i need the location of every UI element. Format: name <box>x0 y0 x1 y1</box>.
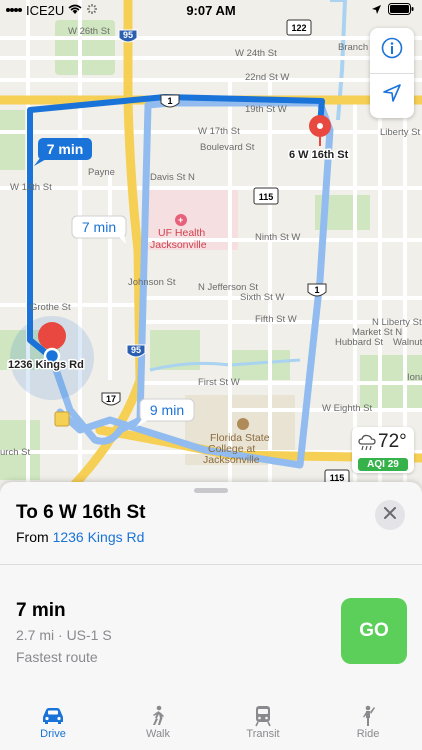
svg-text:17: 17 <box>106 394 116 404</box>
origin-link[interactable]: 1236 Kings Rd <box>53 529 145 545</box>
poi-icon[interactable] <box>54 411 70 427</box>
route-detail: 2.7 mi · US-1 S <box>16 627 112 643</box>
svg-text:95: 95 <box>131 345 141 355</box>
tab-transit[interactable]: Transit <box>223 704 303 740</box>
route-note: Fastest route <box>16 649 98 665</box>
info-icon <box>381 37 403 64</box>
map-street-label: N Liberty St <box>372 317 422 328</box>
map-street-label: Walnut St <box>393 337 422 348</box>
map-street-label: Hubbard St <box>335 337 383 348</box>
origin-label: 1236 Kings Rd <box>8 359 84 371</box>
highway-shield: 95 <box>118 29 138 43</box>
close-icon <box>384 506 396 524</box>
svg-text:7 min: 7 min <box>47 141 84 157</box>
map-street-label: W 17th St <box>198 126 240 137</box>
map-street-label: W 12th St <box>10 182 52 193</box>
locate-button[interactable] <box>370 73 414 118</box>
tab-drive[interactable]: Drive <box>13 704 93 740</box>
location-arrow-icon <box>371 3 382 18</box>
map-street-label: First St W <box>198 377 240 388</box>
highway-shield: 95 <box>126 344 146 358</box>
map-street-label: W 26th St <box>68 26 110 37</box>
map-controls <box>370 28 414 118</box>
map-street-label: 19th St W <box>245 104 287 115</box>
map-street-label: Liberty St <box>380 127 420 138</box>
svg-text:1: 1 <box>167 96 172 106</box>
map-street-label: Branch <box>338 42 368 53</box>
tab-label: Transit <box>246 728 280 740</box>
map-street-label: Grothe St <box>30 302 71 313</box>
from-prefix: From <box>16 529 53 545</box>
status-right <box>371 3 414 18</box>
svg-text:7 min: 7 min <box>82 219 116 235</box>
map-street-label: Fifth St W <box>255 314 297 325</box>
directions-sheet: To 6 W 16th St From 1236 Kings Rd 7 min … <box>0 482 422 750</box>
divider <box>0 564 422 565</box>
map-street-label: W Eighth St <box>322 403 373 414</box>
tab-label: Walk <box>145 728 171 740</box>
destination-title: To 6 W 16th St <box>16 502 146 523</box>
map-street-label: Boulevard St <box>200 142 255 153</box>
map-street-label: urch St <box>0 447 30 458</box>
tab-walk[interactable]: Walk <box>118 704 198 740</box>
info-button[interactable] <box>370 28 414 74</box>
tab-ride[interactable]: Ride <box>328 704 408 740</box>
train-icon <box>223 704 303 728</box>
destination-label: 6 W 16th St <box>289 149 349 161</box>
status-bar: ICE2U 9:07 AM <box>0 0 422 20</box>
weather-widget[interactable]: 72° AQI 29 <box>352 427 414 473</box>
go-button[interactable]: GO <box>341 598 407 664</box>
hospital-label: Jacksonville <box>150 239 207 251</box>
svg-text:1: 1 <box>314 285 319 295</box>
svg-text:9 min: 9 min <box>150 402 184 418</box>
map-street-label: W 24th St <box>235 48 277 59</box>
map-street-label: Davis St N <box>150 172 195 183</box>
aqi-badge: AQI 29 <box>358 458 408 471</box>
svg-text:95: 95 <box>123 30 133 40</box>
route-time: 7 min <box>16 600 66 621</box>
map-street-label: 22nd St W <box>245 72 289 83</box>
map-street-label: Payne <box>88 167 115 178</box>
battery-icon <box>388 3 414 18</box>
sheet-grabber[interactable] <box>194 488 228 493</box>
close-button[interactable] <box>375 500 405 530</box>
highway-shield: 1 <box>307 283 327 297</box>
origin-line: From 1236 Kings Rd <box>16 529 144 545</box>
tab-label: Drive <box>40 728 66 740</box>
car-icon <box>13 704 93 728</box>
svg-text:+: + <box>178 215 183 225</box>
map-view[interactable]: W 26th St W 24th St 22nd St W 19th St W … <box>0 0 422 500</box>
map-street-label: Johnson St <box>128 277 176 288</box>
tab-label: Ride <box>356 728 380 740</box>
ride-icon <box>328 704 408 728</box>
college-marker[interactable] <box>237 418 249 430</box>
location-arrow-icon <box>381 82 403 109</box>
hospital-label: UF Health <box>158 227 205 239</box>
highway-shield: 122 <box>286 19 312 36</box>
svg-text:115: 115 <box>259 192 274 202</box>
transport-tab-bar: Drive Walk Transit Ride <box>0 698 422 750</box>
weather-temperature: 72° <box>378 431 407 452</box>
svg-text:122: 122 <box>291 23 306 33</box>
walk-icon <box>118 704 198 728</box>
map-street-label: Sixth St W <box>240 292 284 303</box>
map-street-label: Ninth St W <box>255 232 300 243</box>
hospital-marker[interactable]: + <box>175 214 187 226</box>
map-street-label: Iona St <box>407 372 422 383</box>
cloud-rain-icon <box>357 434 377 457</box>
map-street-label: N Jefferson St <box>198 282 258 293</box>
highway-shield: 115 <box>253 187 279 205</box>
college-label: Jacksonville <box>203 454 260 466</box>
highway-shield: 17 <box>101 392 121 406</box>
highway-shield: 1 <box>160 94 180 108</box>
status-time: 9:07 AM <box>186 3 236 18</box>
